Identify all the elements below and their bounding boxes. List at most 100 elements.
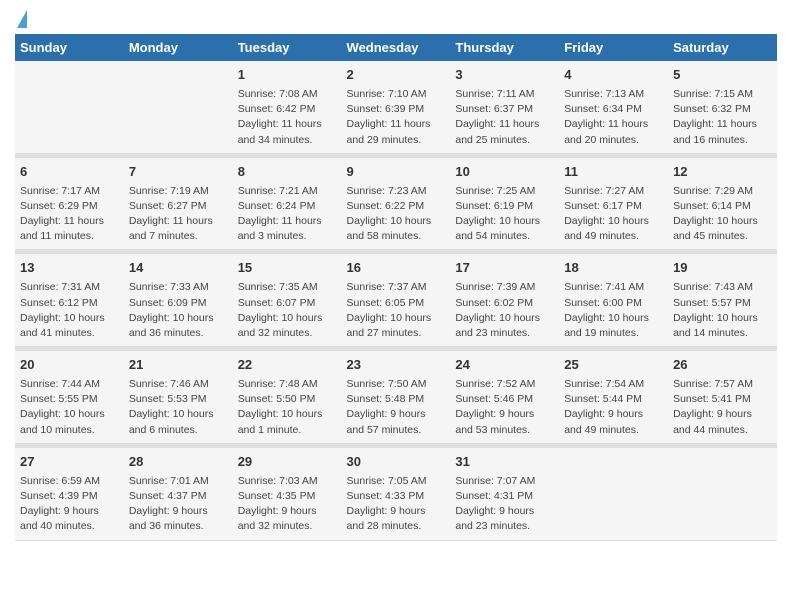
day-info: Sunrise: 7:43 AM Sunset: 5:57 PM Dayligh… bbox=[673, 280, 772, 341]
day-info: Sunrise: 7:46 AM Sunset: 5:53 PM Dayligh… bbox=[129, 377, 228, 438]
calendar-cell: 11 Sunrise: 7:27 AM Sunset: 6:17 PM Dayli… bbox=[559, 157, 668, 250]
logo bbox=[15, 10, 27, 28]
day-number: 15 bbox=[238, 259, 337, 278]
calendar-cell: 28 Sunrise: 7:01 AM Sunset: 4:37 PM Dayli… bbox=[124, 447, 233, 540]
calendar-week-row: 1 Sunrise: 7:08 AM Sunset: 6:42 PM Daylig… bbox=[15, 61, 777, 153]
calendar-cell: 27 Sunrise: 6:59 AM Sunset: 4:39 PM Dayli… bbox=[15, 447, 124, 540]
day-number: 30 bbox=[347, 453, 446, 472]
day-info: Sunrise: 7:17 AM Sunset: 6:29 PM Dayligh… bbox=[20, 184, 119, 245]
day-info: Sunrise: 7:52 AM Sunset: 5:46 PM Dayligh… bbox=[455, 377, 554, 438]
calendar-cell: 22 Sunrise: 7:48 AM Sunset: 5:50 PM Dayli… bbox=[233, 351, 342, 444]
day-info: Sunrise: 7:50 AM Sunset: 5:48 PM Dayligh… bbox=[347, 377, 446, 438]
calendar-cell bbox=[559, 447, 668, 540]
day-number: 7 bbox=[129, 163, 228, 182]
day-number: 4 bbox=[564, 66, 663, 85]
calendar-cell bbox=[668, 447, 777, 540]
day-number: 27 bbox=[20, 453, 119, 472]
day-info: Sunrise: 7:23 AM Sunset: 6:22 PM Dayligh… bbox=[347, 184, 446, 245]
calendar-cell bbox=[124, 61, 233, 153]
day-number: 19 bbox=[673, 259, 772, 278]
day-info: Sunrise: 7:33 AM Sunset: 6:09 PM Dayligh… bbox=[129, 280, 228, 341]
day-number: 3 bbox=[455, 66, 554, 85]
day-info: Sunrise: 7:05 AM Sunset: 4:33 PM Dayligh… bbox=[347, 474, 446, 535]
day-info: Sunrise: 7:13 AM Sunset: 6:34 PM Dayligh… bbox=[564, 87, 663, 148]
col-header-monday: Monday bbox=[124, 34, 233, 61]
day-info: Sunrise: 6:59 AM Sunset: 4:39 PM Dayligh… bbox=[20, 474, 119, 535]
calendar-cell: 31 Sunrise: 7:07 AM Sunset: 4:31 PM Dayli… bbox=[450, 447, 559, 540]
calendar-cell: 21 Sunrise: 7:46 AM Sunset: 5:53 PM Dayli… bbox=[124, 351, 233, 444]
calendar-cell: 16 Sunrise: 7:37 AM Sunset: 6:05 PM Dayli… bbox=[342, 254, 451, 347]
day-number: 31 bbox=[455, 453, 554, 472]
day-info: Sunrise: 7:19 AM Sunset: 6:27 PM Dayligh… bbox=[129, 184, 228, 245]
calendar-cell: 30 Sunrise: 7:05 AM Sunset: 4:33 PM Dayli… bbox=[342, 447, 451, 540]
day-number: 25 bbox=[564, 356, 663, 375]
day-info: Sunrise: 7:54 AM Sunset: 5:44 PM Dayligh… bbox=[564, 377, 663, 438]
day-number: 11 bbox=[564, 163, 663, 182]
day-number: 6 bbox=[20, 163, 119, 182]
calendar-cell: 14Sunrise: 7:33 AM Sunset: 6:09 PM Dayli… bbox=[124, 254, 233, 347]
day-number: 20 bbox=[20, 356, 119, 375]
calendar-week-row: 20Sunrise: 7:44 AM Sunset: 5:55 PM Dayli… bbox=[15, 351, 777, 444]
col-header-friday: Friday bbox=[559, 34, 668, 61]
day-number: 16 bbox=[347, 259, 446, 278]
calendar-cell: 8 Sunrise: 7:21 AM Sunset: 6:24 PM Daylig… bbox=[233, 157, 342, 250]
calendar-cell: 19 Sunrise: 7:43 AM Sunset: 5:57 PM Dayli… bbox=[668, 254, 777, 347]
calendar-cell bbox=[15, 61, 124, 153]
calendar-cell: 24 Sunrise: 7:52 AM Sunset: 5:46 PM Dayli… bbox=[450, 351, 559, 444]
day-info: Sunrise: 7:25 AM Sunset: 6:19 PM Dayligh… bbox=[455, 184, 554, 245]
day-number: 23 bbox=[347, 356, 446, 375]
day-number: 22 bbox=[238, 356, 337, 375]
day-number: 10 bbox=[455, 163, 554, 182]
calendar-cell: 23 Sunrise: 7:50 AM Sunset: 5:48 PM Dayli… bbox=[342, 351, 451, 444]
day-info: Sunrise: 7:29 AM Sunset: 6:14 PM Dayligh… bbox=[673, 184, 772, 245]
calendar-cell: 6 Sunrise: 7:17 AM Sunset: 6:29 PM Daylig… bbox=[15, 157, 124, 250]
calendar-cell: 10 Sunrise: 7:25 AM Sunset: 6:19 PM Dayli… bbox=[450, 157, 559, 250]
logo-triangle-icon bbox=[17, 10, 27, 28]
calendar-cell: 3 Sunrise: 7:11 AM Sunset: 6:37 PM Daylig… bbox=[450, 61, 559, 153]
calendar-cell: 25 Sunrise: 7:54 AM Sunset: 5:44 PM Dayli… bbox=[559, 351, 668, 444]
day-info: Sunrise: 7:08 AM Sunset: 6:42 PM Dayligh… bbox=[238, 87, 337, 148]
calendar-cell: 9 Sunrise: 7:23 AM Sunset: 6:22 PM Daylig… bbox=[342, 157, 451, 250]
day-info: Sunrise: 7:48 AM Sunset: 5:50 PM Dayligh… bbox=[238, 377, 337, 438]
day-number: 29 bbox=[238, 453, 337, 472]
calendar-cell: 1 Sunrise: 7:08 AM Sunset: 6:42 PM Daylig… bbox=[233, 61, 342, 153]
day-info: Sunrise: 7:15 AM Sunset: 6:32 PM Dayligh… bbox=[673, 87, 772, 148]
calendar-cell: 5 Sunrise: 7:15 AM Sunset: 6:32 PM Daylig… bbox=[668, 61, 777, 153]
calendar-header-row: SundayMondayTuesdayWednesdayThursdayFrid… bbox=[15, 34, 777, 61]
day-number: 1 bbox=[238, 66, 337, 85]
calendar-cell: 13Sunrise: 7:31 AM Sunset: 6:12 PM Dayli… bbox=[15, 254, 124, 347]
col-header-thursday: Thursday bbox=[450, 34, 559, 61]
calendar-cell: 26 Sunrise: 7:57 AM Sunset: 5:41 PM Dayli… bbox=[668, 351, 777, 444]
day-info: Sunrise: 7:37 AM Sunset: 6:05 PM Dayligh… bbox=[347, 280, 446, 341]
day-info: Sunrise: 7:11 AM Sunset: 6:37 PM Dayligh… bbox=[455, 87, 554, 148]
day-info: Sunrise: 7:39 AM Sunset: 6:02 PM Dayligh… bbox=[455, 280, 554, 341]
day-info: Sunrise: 7:07 AM Sunset: 4:31 PM Dayligh… bbox=[455, 474, 554, 535]
day-info: Sunrise: 7:31 AM Sunset: 6:12 PM Dayligh… bbox=[20, 280, 119, 341]
day-info: Sunrise: 7:27 AM Sunset: 6:17 PM Dayligh… bbox=[564, 184, 663, 245]
col-header-tuesday: Tuesday bbox=[233, 34, 342, 61]
calendar-week-row: 6 Sunrise: 7:17 AM Sunset: 6:29 PM Daylig… bbox=[15, 157, 777, 250]
day-number: 5 bbox=[673, 66, 772, 85]
day-number: 9 bbox=[347, 163, 446, 182]
calendar-week-row: 27 Sunrise: 6:59 AM Sunset: 4:39 PM Dayli… bbox=[15, 447, 777, 540]
day-number: 21 bbox=[129, 356, 228, 375]
calendar-week-row: 13Sunrise: 7:31 AM Sunset: 6:12 PM Dayli… bbox=[15, 254, 777, 347]
day-info: Sunrise: 7:57 AM Sunset: 5:41 PM Dayligh… bbox=[673, 377, 772, 438]
page-header bbox=[15, 10, 777, 28]
day-number: 8 bbox=[238, 163, 337, 182]
col-header-saturday: Saturday bbox=[668, 34, 777, 61]
day-info: Sunrise: 7:21 AM Sunset: 6:24 PM Dayligh… bbox=[238, 184, 337, 245]
day-number: 28 bbox=[129, 453, 228, 472]
calendar-table: SundayMondayTuesdayWednesdayThursdayFrid… bbox=[15, 34, 777, 541]
calendar-cell: 12 Sunrise: 7:29 AM Sunset: 6:14 PM Dayli… bbox=[668, 157, 777, 250]
day-info: Sunrise: 7:10 AM Sunset: 6:39 PM Dayligh… bbox=[347, 87, 446, 148]
day-number: 24 bbox=[455, 356, 554, 375]
calendar-cell: 2Sunrise: 7:10 AM Sunset: 6:39 PM Daylig… bbox=[342, 61, 451, 153]
day-number: 26 bbox=[673, 356, 772, 375]
calendar-cell: 20Sunrise: 7:44 AM Sunset: 5:55 PM Dayli… bbox=[15, 351, 124, 444]
calendar-cell: 4 Sunrise: 7:13 AM Sunset: 6:34 PM Daylig… bbox=[559, 61, 668, 153]
day-info: Sunrise: 7:01 AM Sunset: 4:37 PM Dayligh… bbox=[129, 474, 228, 535]
day-number: 17 bbox=[455, 259, 554, 278]
day-number: 12 bbox=[673, 163, 772, 182]
day-number: 18 bbox=[564, 259, 663, 278]
